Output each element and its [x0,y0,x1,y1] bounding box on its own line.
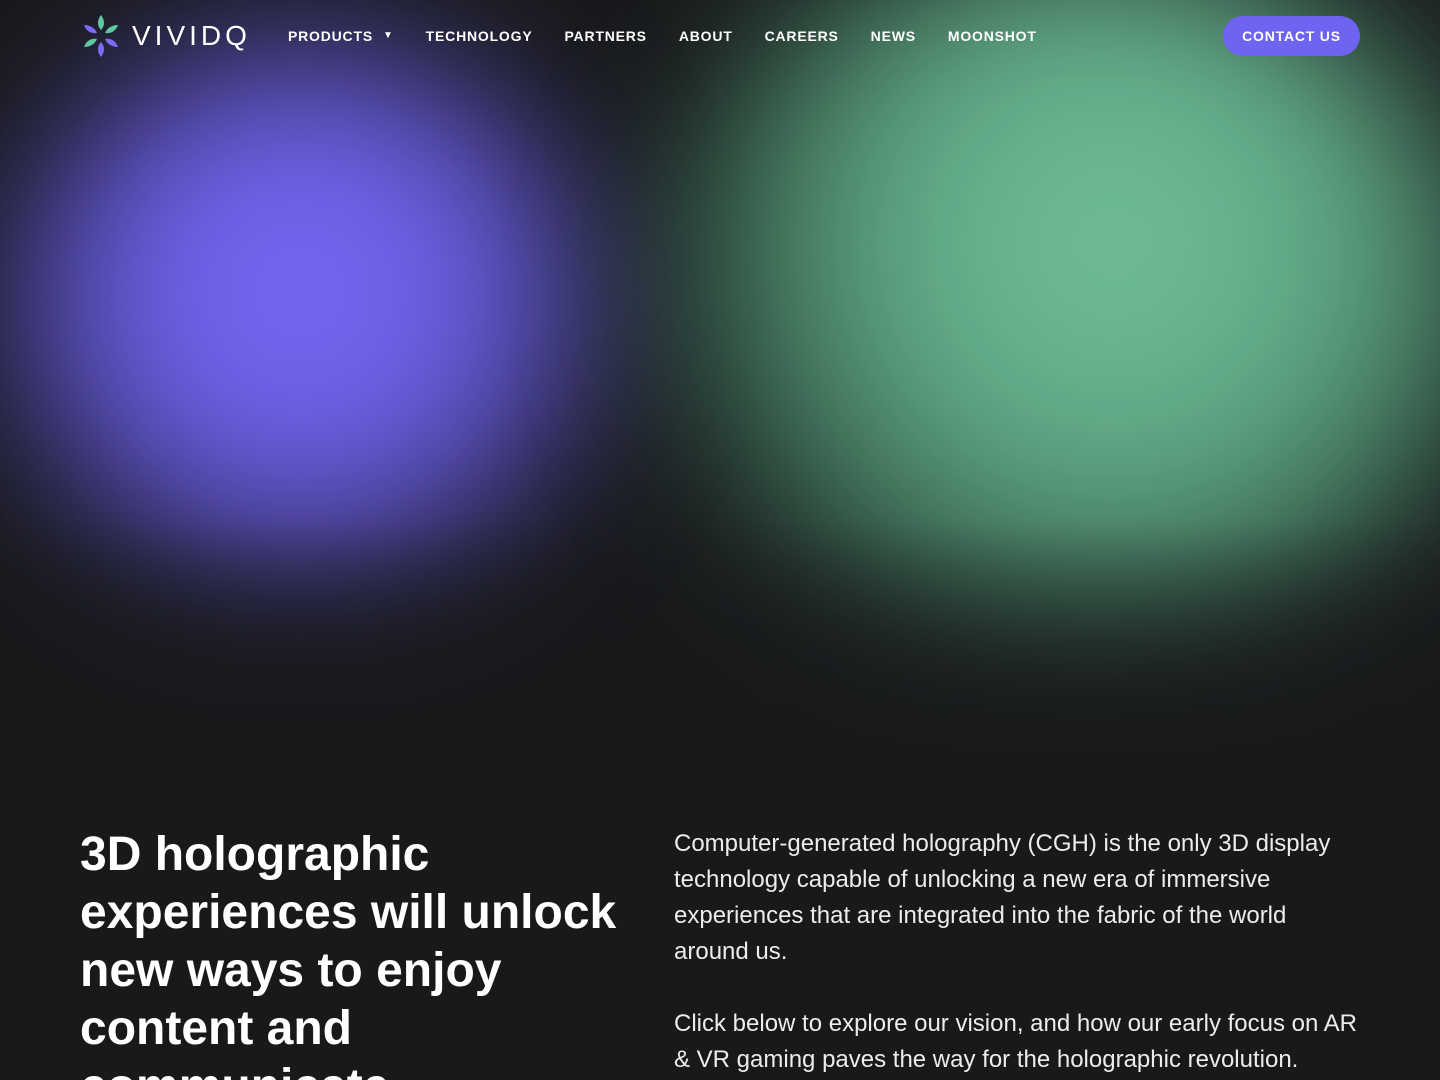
nav-about[interactable]: ABOUT [679,28,733,44]
flower-logo-icon [80,13,122,59]
nav-label: MOONSHOT [947,28,1037,44]
hero-copy: Computer-generated holography (CGH) is t… [674,826,1364,1080]
nav-news[interactable]: NEWS [871,28,916,44]
nav-technology[interactable]: TECHNOLOGY [426,28,533,44]
site-header: VIVIDQ PRODUCTS ▼ TECHNOLOGY PARTNERS AB… [80,12,1360,60]
nav-label: PRODUCTS [288,28,373,44]
nav-label: NEWS [870,28,916,44]
nav-label: TECHNOLOGY [425,28,533,44]
purple-glow [0,40,610,600]
main-nav: PRODUCTS ▼ TECHNOLOGY PARTNERS ABOUT CAR… [288,28,1069,44]
nav-label: ABOUT [678,28,733,44]
hero-paragraph: Click below to explore our vision, and h… [674,1010,1358,1073]
logo-wordmark: VIVIDQ [132,20,251,51]
nav-products[interactable]: PRODUCTS ▼ [288,28,394,44]
nav-careers[interactable]: CAREERS [765,28,839,44]
hero-background [0,0,1440,780]
nav-moonshot[interactable]: MOONSHOT [948,28,1037,44]
nav-label: CAREERS [764,28,839,44]
hero-headline: 3D holographic experiences will unlock n… [80,828,617,1080]
nav-partners[interactable]: PARTNERS [564,28,646,44]
nav-label: PARTNERS [564,28,647,44]
contact-us-button[interactable]: CONTACT US [1223,16,1360,56]
hero-paragraph: Computer-generated holography (CGH) is t… [674,830,1331,965]
logo-link[interactable]: VIVIDQ [80,12,247,60]
chevron-down-icon: ▼ [382,30,394,41]
hero-fade [0,520,1440,780]
